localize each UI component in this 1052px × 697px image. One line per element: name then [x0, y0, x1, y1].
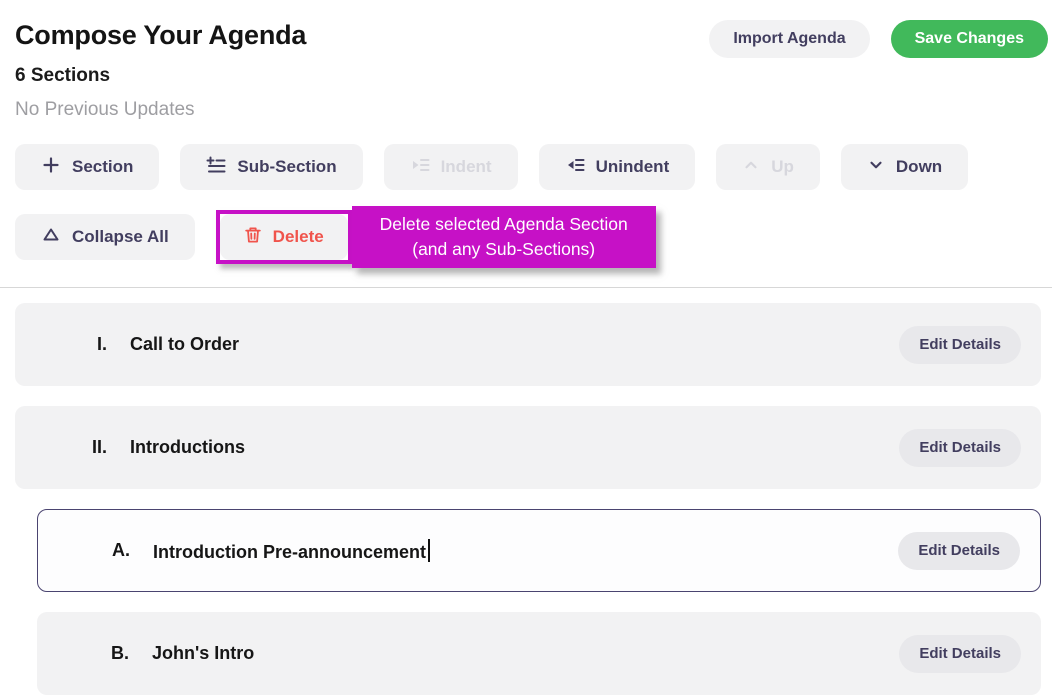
agenda-row-introductions[interactable]: II. Introductions Edit Details	[15, 406, 1041, 489]
indent-icon	[410, 155, 430, 180]
agenda-row-introduction-pre-announcement[interactable]: A. Introduction Pre-announcement Edit De…	[37, 509, 1041, 592]
edit-details-button[interactable]: Edit Details	[898, 531, 1020, 570]
move-up-button[interactable]: Up	[716, 144, 820, 190]
unindent-button[interactable]: Unindent	[538, 144, 696, 190]
tooltip-line-2: (and any Sub-Sections)	[412, 239, 596, 259]
button-label: Unindent	[595, 157, 670, 176]
edit-details-button[interactable]: Edit Details	[899, 634, 1021, 673]
section-label: Introductions	[130, 437, 245, 457]
section-numeral: I.	[96, 334, 107, 354]
add-section-button[interactable]: Section	[15, 144, 160, 190]
plus-icon	[41, 155, 61, 180]
button-label: Down	[895, 157, 943, 176]
trash-icon	[244, 226, 262, 249]
delete-annotation-highlight: Delete	[215, 210, 352, 264]
save-changes-button[interactable]: Save Changes	[890, 20, 1048, 58]
section-label-text: Introduction Pre-announcement	[153, 541, 427, 562]
unindent-icon	[565, 155, 585, 180]
button-label: Delete	[272, 227, 324, 246]
divider	[0, 287, 1052, 288]
agenda-row-call-to-order[interactable]: I. Call to Order Edit Details	[15, 303, 1041, 386]
button-label: Up	[771, 157, 794, 176]
header-text-block: Compose Your Agenda 6 Sections No Previo…	[15, 18, 306, 122]
section-label-editing[interactable]: Introduction Pre-announcement	[153, 538, 898, 563]
triangle-up-icon	[41, 225, 61, 250]
import-agenda-button[interactable]: Import Agenda	[709, 20, 870, 58]
collapse-all-button[interactable]: Collapse All	[15, 214, 195, 260]
delete-button[interactable]: Delete	[219, 214, 348, 260]
tooltip-line-1: Delete selected Agenda Section	[379, 214, 628, 234]
agenda-row-johns-intro[interactable]: B. John's Intro Edit Details	[37, 612, 1041, 695]
edit-details-button[interactable]: Edit Details	[899, 428, 1021, 467]
toolbar-row-2: Collapse All Delete Delete selected Agen…	[15, 206, 1052, 268]
button-label: Sub-Section	[237, 157, 337, 176]
button-label: Section	[72, 157, 134, 176]
updates-note: No Previous Updates	[15, 99, 195, 120]
add-subsection-button[interactable]: Sub-Section	[180, 144, 363, 190]
move-down-button[interactable]: Down	[840, 144, 969, 190]
toolbar-row-1: Section Sub-Section Indent Unindent Up D…	[15, 144, 1052, 190]
compose-agenda-page: Compose Your Agenda 6 Sections No Previo…	[0, 0, 1052, 697]
chevron-up-icon	[742, 156, 760, 179]
text-cursor	[428, 538, 430, 562]
button-label: Indent	[440, 157, 492, 176]
section-count: 6 Sections	[15, 65, 111, 86]
delete-tooltip: Delete selected Agenda Section (and any …	[351, 206, 656, 268]
edit-details-button[interactable]: Edit Details	[899, 325, 1021, 364]
agenda-section-list: I. Call to Order Edit Details II. Introd…	[0, 303, 1052, 695]
section-numeral: A.	[112, 540, 130, 560]
button-label: Collapse All	[72, 227, 169, 246]
chevron-down-icon	[867, 156, 885, 179]
section-numeral: II.	[91, 437, 107, 457]
page-title: Compose Your Agenda	[15, 20, 307, 50]
add-subsection-icon	[206, 155, 226, 180]
header-actions: Import Agenda Save Changes	[709, 20, 1048, 58]
section-label: Call to Order	[130, 334, 240, 354]
section-numeral: B.	[111, 643, 129, 663]
page-header: Compose Your Agenda 6 Sections No Previo…	[0, 0, 1052, 122]
section-label: John's Intro	[152, 643, 255, 663]
indent-button[interactable]: Indent	[383, 144, 518, 190]
